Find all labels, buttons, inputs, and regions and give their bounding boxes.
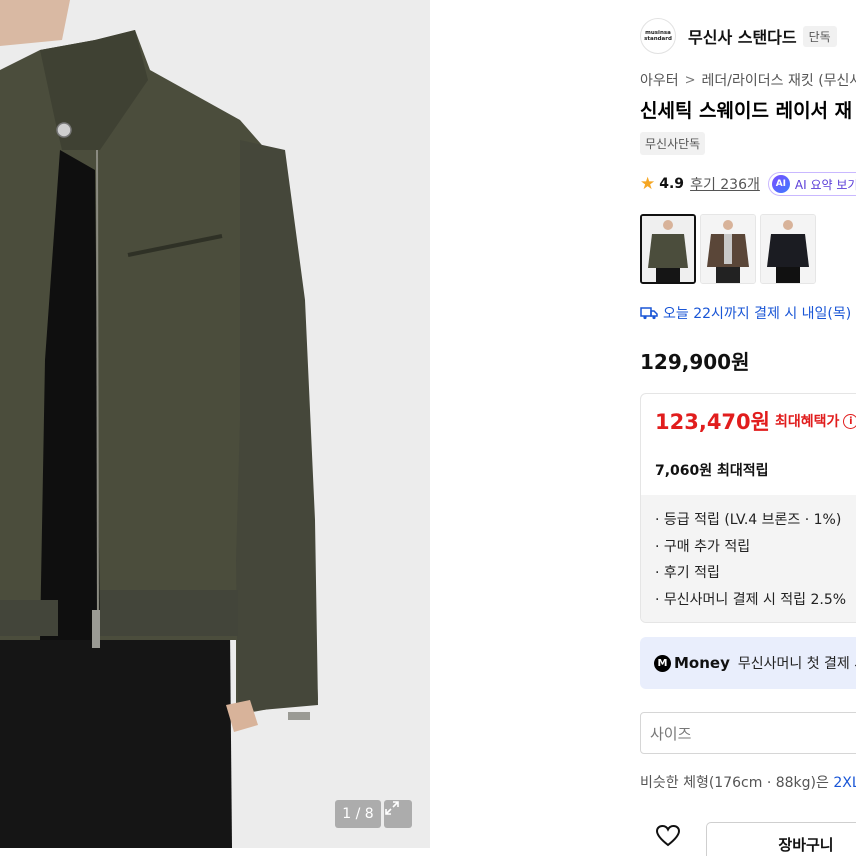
points-breakdown: · 등급 적립 (LV.4 브론즈 · 1%) · 구매 추가 적립 · 후기 … <box>641 495 856 622</box>
ai-summary-label: AI 요약 보기 <box>794 177 856 192</box>
truck-icon <box>640 307 658 320</box>
points-item: · 무신사머니 결제 시 적립 2.5% <box>655 591 847 608</box>
musinsa-money-banner[interactable]: M Money 무신사머니 첫 결제 시 <box>640 637 856 689</box>
brand-logo-line2: standard <box>644 36 672 42</box>
delivery-info[interactable]: 오늘 22시까지 결제 시 내일(목) <box>640 303 851 323</box>
exclusive-chip: 단독 <box>802 25 837 47</box>
thumbnail-black[interactable] <box>760 214 816 284</box>
expand-icon <box>385 801 399 815</box>
size-placeholder: 사이즈 <box>650 724 692 743</box>
breadcrumb-item-leather[interactable]: 레더/라이더스 재킷 (무신사 <box>702 70 856 90</box>
image-gap <box>430 0 620 856</box>
money-promo-text: 무신사머니 첫 결제 시 <box>737 656 856 672</box>
delivery-text: 오늘 22시까지 결제 시 내일(목) <box>663 306 852 322</box>
fit-prefix: 비슷한 체형(176cm · 88kg)은 <box>640 775 834 791</box>
thumbnail-brown[interactable] <box>700 214 756 284</box>
original-price: 129,900원 <box>640 350 750 374</box>
product-tag: 무신사단독 <box>640 132 706 155</box>
thumbnail-olive[interactable] <box>640 214 696 284</box>
image-counter: 1 / 8 <box>335 800 381 828</box>
product-title: 신세틱 스웨이드 레이서 재 <box>640 100 853 122</box>
sale-label: 최대혜택가 <box>774 414 840 430</box>
heart-icon <box>655 824 681 847</box>
brand-row[interactable]: musinsa standard 무신사 스탠다드 단독 <box>640 18 837 54</box>
info-icon[interactable]: i <box>843 413 856 429</box>
breadcrumb: 아우터 > 레더/라이더스 재킷 (무신사 <box>640 70 856 90</box>
max-benefit-row: 123,470원 최대혜택가 i <box>655 406 856 436</box>
max-points: 7,060원 최대적립 <box>655 463 769 479</box>
size-select[interactable]: 사이즈 <box>640 712 856 754</box>
expand-image-button[interactable] <box>384 800 412 828</box>
thumbnail-brown-image <box>701 215 755 283</box>
like-button[interactable] <box>640 822 696 856</box>
chevron-right-icon: > <box>684 72 696 88</box>
product-info-panel: musinsa standard 무신사 스탠다드 단독 아우터 > 레더/라이… <box>620 0 856 856</box>
star-icon: ★ <box>640 174 656 194</box>
rating-row: ★ 4.9 후기 236개 AI AI 요약 보기 <box>640 172 856 196</box>
purchase-bar: 장바구니 <box>640 822 856 856</box>
breadcrumb-item-outer[interactable]: 아우터 <box>640 70 679 90</box>
points-item: · 등급 적립 (LV.4 브론즈 · 1%) <box>655 512 842 528</box>
product-main-image[interactable]: 1 / 8 <box>0 0 430 848</box>
color-thumbnails <box>640 214 816 284</box>
points-item: · 후기 적립 <box>655 565 720 581</box>
brand-name[interactable]: 무신사 스탠다드 <box>688 24 797 48</box>
benefit-box: 123,470원 최대혜택가 i 7,060원 최대적립 · 등급 적립 (LV… <box>640 393 856 623</box>
brand-logo[interactable]: musinsa standard <box>640 18 676 54</box>
reviews-link[interactable]: 후기 236개 <box>690 174 760 194</box>
ai-summary-button[interactable]: AI AI 요약 보기 <box>767 172 856 196</box>
recommended-size[interactable]: 2XL <box>833 775 856 791</box>
ai-icon: AI <box>771 175 790 193</box>
add-to-cart-button[interactable]: 장바구니 <box>706 822 856 856</box>
points-item: · 구매 추가 적립 <box>655 538 751 555</box>
money-logo-icon: M <box>654 654 671 672</box>
money-word: Money <box>674 654 730 672</box>
size-recommendation: 비슷한 체형(176cm · 88kg)은 2XL <box>640 772 856 792</box>
jacket-photo <box>0 0 430 848</box>
sale-price: 123,470원 <box>655 410 770 434</box>
thumbnail-black-image <box>761 215 815 283</box>
rating-value: 4.9 <box>659 176 685 192</box>
thumbnail-olive-image <box>642 216 694 282</box>
